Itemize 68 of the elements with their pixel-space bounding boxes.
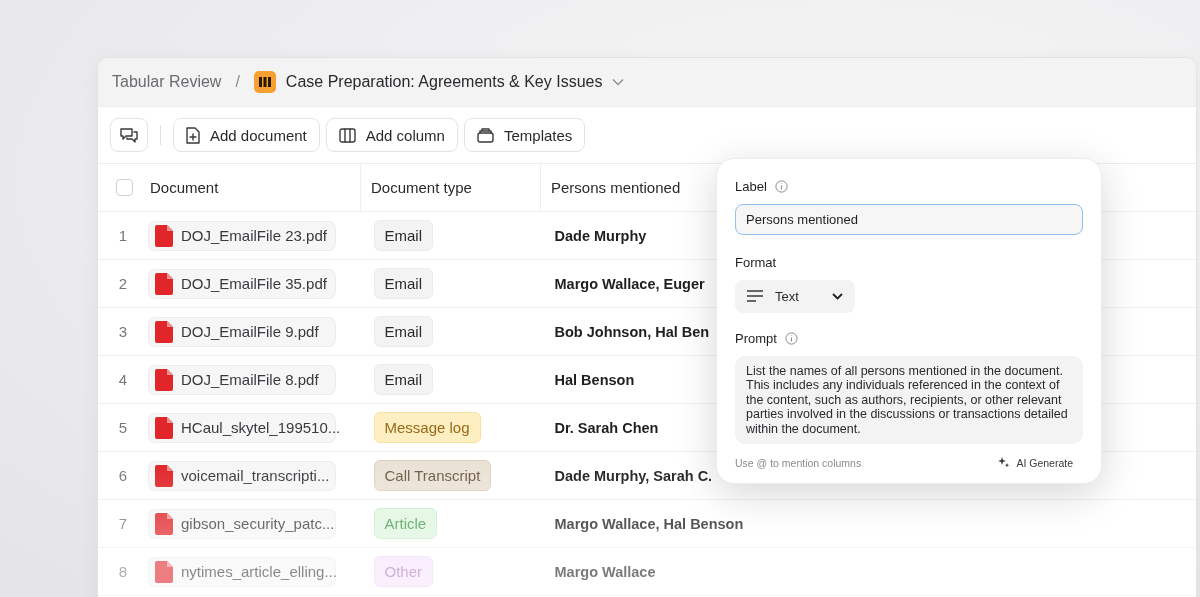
hint-text: Use @ to mention columns [735,456,862,469]
table-cell-text: Dade Murphy, Sarah C. [553,468,713,484]
stack-icon [476,127,494,143]
type-tag: Email [373,364,433,395]
column-header[interactable]: Persons mentioned [541,179,681,196]
row-number: 8 [117,563,129,580]
chat-button[interactable] [110,118,148,152]
table-cell-text: Margo Wallace, Euger [553,276,705,292]
table-cell-text: Hal Benson [553,372,635,388]
document-chip[interactable]: DOJ_EmailFile 9.pdf [148,316,336,347]
row-number: 5 [117,419,129,436]
column-header[interactable]: Document [148,179,219,196]
document-chip[interactable]: DOJ_EmailFile 23.pdf [148,220,336,251]
table-cell-text: Margo Wallace [553,564,656,580]
field-label: Format [735,254,777,270]
info-icon[interactable] [784,331,798,345]
prompt-textarea[interactable]: List the names of all persons mentioned in the document. This includes any individuals referenced in the context of the content, such as authors, recipients, or other relevant parties involved in the discussions or transactions detailed within the document. [735,355,1083,444]
review-title[interactable]: Case Preparation: Agreements & Key Issues [285,73,603,91]
pdf-icon [155,368,173,391]
document-chip[interactable]: gibson_security_patc... [148,508,336,539]
row-number: 2 [117,275,129,292]
type-tag: Call Transcript [373,460,492,491]
chevron-down-icon[interactable] [612,78,625,86]
breadcrumb-separator: / [235,73,240,91]
format-dropdown[interactable]: Text [735,279,855,313]
type-tag: Other [373,556,433,587]
document-chip[interactable]: DOJ_EmailFile 35.pdf [148,268,336,299]
pdf-icon [155,320,173,343]
row-number: 6 [117,467,129,484]
toolbar-button[interactable]: Add document [173,118,320,152]
row-number: 4 [117,371,129,388]
pdf-icon [155,560,173,583]
columns-icon [338,127,356,143]
row-number: 3 [117,323,129,340]
toolbar-button[interactable]: Templates [463,118,586,152]
ai-generate-button[interactable]: AI Generate [997,456,1083,469]
table-cell-text: Dade Murphy [553,228,647,244]
sparkle-icon [997,456,1011,469]
pdf-icon [155,416,173,439]
column-header[interactable]: Document type [361,179,472,196]
type-tag: Email [373,316,433,347]
pdf-icon [155,224,173,247]
type-tag: Email [373,220,433,251]
label-input[interactable]: Persons mentioned [735,204,1083,235]
chat-icon [119,126,139,144]
lines-icon [747,290,763,303]
pdf-icon [155,272,173,295]
breadcrumb-link[interactable]: Tabular Review [112,73,222,91]
field-label: Label [735,179,767,194]
row-number: 1 [117,227,129,244]
type-tag: Article [373,508,438,539]
field-label: Prompt [735,330,777,346]
document-chip[interactable]: DOJ_EmailFile 8.pdf [148,364,336,395]
chevron-down-icon [832,292,843,300]
table-cell-text: Dr. Sarah Chen [553,420,659,436]
pdf-icon [155,512,173,535]
file-plus-icon [186,126,200,144]
pdf-icon [155,464,173,487]
select-all-checkbox[interactable] [116,179,133,196]
toolbar-button[interactable]: Add column [325,118,458,152]
type-tag: Message log [373,412,481,443]
table-logo-icon [253,71,276,93]
table-cell-text: Bob Johnson, Hal Ben [553,324,710,340]
table-cell-text: Margo Wallace, Hal Benson [553,516,744,532]
type-tag: Email [373,268,433,299]
row-number: 7 [117,515,129,532]
document-chip[interactable]: voicemail_transcripti... [148,460,336,491]
info-icon[interactable] [774,180,788,193]
